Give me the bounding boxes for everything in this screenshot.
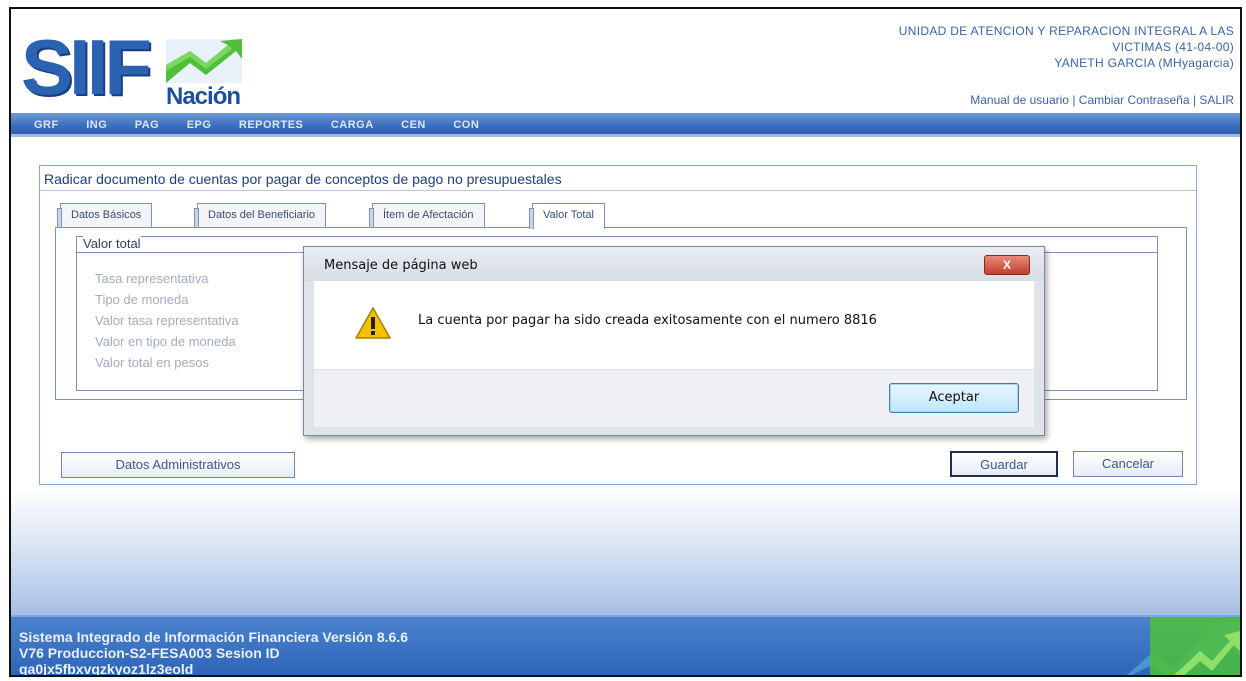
link-separator: | — [1192, 93, 1196, 107]
link-separator: | — [1072, 93, 1076, 107]
entity-info: UNIDAD DE ATENCION Y REPARACION INTEGRAL… — [899, 23, 1234, 71]
fieldset-legend: Valor total — [83, 236, 141, 251]
tab-item-afectacion[interactable]: Ítem de Afectación — [369, 203, 485, 229]
session-id: qa0jx5fbxvqzkyoz1lz3eold — [19, 661, 194, 677]
dialog-title: Mensaje de página web — [324, 258, 478, 273]
accept-button[interactable]: Aceptar — [889, 383, 1019, 413]
entity-name-line2: VICTIMAS (41-04-00) — [1112, 40, 1234, 54]
dialog-footer: Aceptar — [314, 369, 1034, 427]
label-valor-tasa: Valor tasa representativa — [95, 313, 239, 328]
user-links: Manual de usuario | Cambiar Contraseña |… — [970, 93, 1234, 107]
manual-link[interactable]: Manual de usuario — [970, 93, 1069, 107]
footer-arrow-icon — [1126, 617, 1240, 675]
label-valor-tipo-moneda: Valor en tipo de moneda — [95, 334, 236, 349]
label-tasa-representativa: Tasa representativa — [95, 271, 209, 286]
footer: Sistema Integrado de Información Financi… — [11, 615, 1240, 677]
system-version: Sistema Integrado de Información Financi… — [19, 629, 409, 645]
user-name: YANETH GARCIA (MHyagarcia) — [1054, 56, 1234, 70]
siif-logo: SIIF Nación — [21, 25, 251, 113]
datos-administrativos-button[interactable]: Datos Administrativos — [61, 452, 295, 478]
footer-info: Sistema Integrado de Información Financi… — [19, 629, 409, 677]
logo-arrow-icon — [166, 39, 242, 83]
close-icon[interactable]: X — [984, 255, 1030, 275]
menu-item-epg[interactable]: EPG — [187, 113, 212, 137]
menu-item-pag[interactable]: PAG — [135, 113, 160, 137]
tab-datos-beneficiario[interactable]: Datos del Beneficiario — [193, 203, 327, 229]
dialog-body: La cuenta por pagar ha sido creada exito… — [314, 281, 1034, 369]
dialog-titlebar: Mensaje de página web X — [304, 247, 1044, 281]
menu-item-carga[interactable]: CARGA — [331, 113, 374, 137]
save-button[interactable]: Guardar — [950, 451, 1058, 477]
title-divider — [40, 190, 1196, 191]
logo-subtitle: Nación — [166, 83, 241, 110]
menu-item-reportes[interactable]: REPORTES — [239, 113, 304, 137]
app-window: SIIF Nación UNIDAD DE ATENCION Y REPARAC… — [9, 7, 1242, 677]
entity-name-line1: UNIDAD DE ATENCION Y REPARACION INTEGRAL… — [898, 24, 1234, 38]
label-valor-total-pesos: Valor total en pesos — [95, 355, 209, 370]
logo-text: SIIF — [21, 23, 152, 111]
message-dialog: Mensaje de página web X La cuenta por pa… — [303, 246, 1045, 436]
dialog-message: La cuenta por pagar ha sido creada exito… — [418, 313, 877, 328]
tab-datos-basicos[interactable]: Datos Básicos — [56, 203, 153, 229]
menu-item-cen[interactable]: CEN — [401, 113, 426, 137]
tab-valor-total[interactable]: Valor Total — [529, 203, 605, 229]
menu-item-grf[interactable]: GRF — [34, 113, 59, 137]
change-password-link[interactable]: Cambiar Contraseña — [1079, 93, 1190, 107]
label-tipo-moneda: Tipo de moneda — [95, 292, 189, 307]
menu-item-con[interactable]: CON — [453, 113, 479, 137]
warning-icon — [355, 307, 391, 339]
page-title: Radicar documento de cuentas por pagar d… — [44, 171, 562, 187]
cancel-button[interactable]: Cancelar — [1073, 451, 1183, 477]
exit-link[interactable]: SALIR — [1199, 93, 1234, 107]
menu-item-ing[interactable]: ING — [86, 113, 107, 137]
server-info: V76 Produccion-S2-FESA003 Sesion ID — [19, 645, 280, 661]
header: SIIF Nación UNIDAD DE ATENCION Y REPARAC… — [11, 9, 1240, 113]
main-menu: GRF ING PAG EPG REPORTES CARGA CEN CON — [11, 113, 1240, 137]
